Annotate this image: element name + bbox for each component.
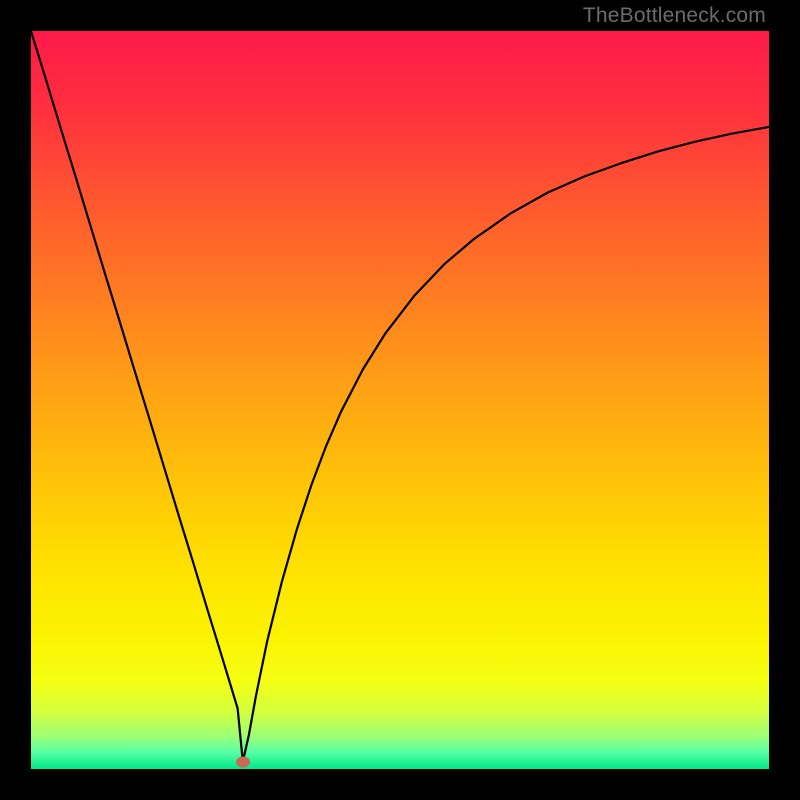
optimum-marker [236, 756, 250, 767]
watermark-text: TheBottleneck.com [583, 4, 766, 28]
chart-frame: TheBottleneck.com [0, 0, 800, 800]
bottleneck-curve [31, 31, 769, 769]
plot-area [31, 31, 769, 769]
